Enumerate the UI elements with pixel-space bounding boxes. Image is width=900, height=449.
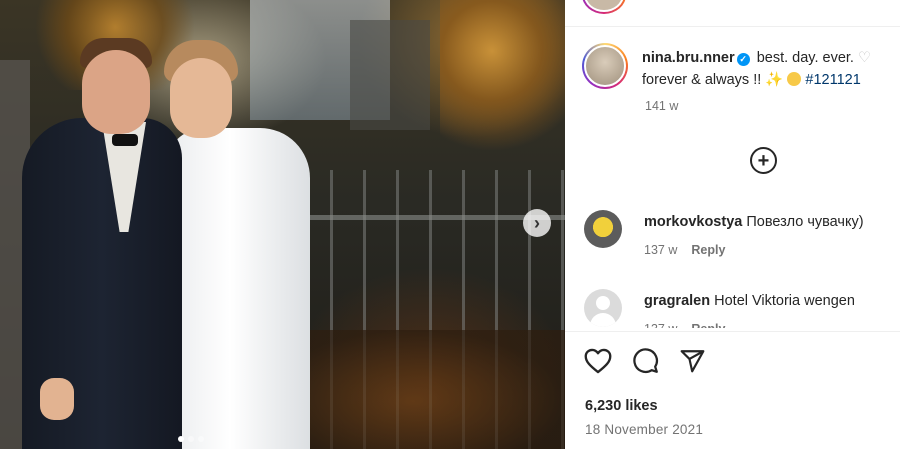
photo-building (350, 20, 430, 130)
reply-button[interactable]: Reply (691, 319, 725, 328)
comment-item: morkovkostya Повезло чувачку) 137 w Repl… (584, 210, 894, 260)
post-side-panel: nina.bru.nner ✓ best. day. ever. ♡ foreve… (565, 0, 900, 449)
caption-line-1: best. day. ever. (756, 50, 858, 66)
groom-head (82, 50, 150, 134)
comment-icon[interactable] (632, 347, 659, 374)
comment-text: Повезло чувачку) (746, 214, 864, 230)
photo-foliage (440, 0, 565, 170)
white-heart-emoji: ♡ (857, 50, 871, 66)
comment-username[interactable]: morkovkostya (644, 214, 742, 230)
default-avatar[interactable] (584, 289, 622, 327)
divider (565, 26, 900, 27)
bride-head (170, 58, 232, 138)
comment-time[interactable]: 137 w (644, 240, 677, 260)
carousel-dots (178, 436, 204, 442)
groom-hand (40, 378, 74, 420)
reply-button[interactable]: Reply (691, 240, 725, 260)
hashtag-link[interactable]: #121121 (805, 72, 860, 88)
comment-time[interactable]: 137 w (644, 319, 677, 328)
post-date: 18 November 2021 (585, 422, 704, 437)
carousel-dot (188, 436, 194, 442)
cartoon-avatar[interactable] (584, 210, 622, 248)
caption-line-2: forever & always !! (642, 72, 766, 88)
caption-username[interactable]: nina.bru.nner (642, 50, 735, 66)
caption-text: nina.bru.nner ✓ best. day. ever. ♡ foreve… (642, 43, 871, 91)
comment-item: gragralen Hotel Viktoria wengen 137 w Re… (584, 289, 894, 328)
post-photo[interactable]: › (0, 0, 565, 449)
comment-text: Hotel Viktoria wengen (714, 293, 855, 309)
caption-time[interactable]: 141 w (645, 99, 678, 113)
comment-meta: 137 w Reply (644, 319, 855, 328)
groom-bow-tie (112, 134, 138, 146)
comment-meta: 137 w Reply (644, 240, 864, 260)
share-icon[interactable] (679, 348, 706, 374)
bride-figure (165, 128, 310, 449)
likes-count[interactable]: 6,230 likes (585, 398, 658, 414)
heart-icon[interactable] (584, 348, 612, 374)
carousel-dot (178, 436, 184, 442)
smiling-face-emoji (787, 72, 802, 86)
comment-username[interactable]: gragralen (644, 293, 710, 309)
carousel-dot (198, 436, 204, 442)
caption: nina.bru.nner ✓ best. day. ever. ♡ foreve… (582, 43, 892, 91)
divider (565, 331, 900, 332)
sparkles-emoji: ✨ (765, 72, 784, 88)
comment-body: gragralen Hotel Viktoria wengen 137 w Re… (644, 289, 855, 328)
comment-body: morkovkostya Повезло чувачку) 137 w Repl… (644, 210, 864, 260)
comments-list: morkovkostya Повезло чувачку) 137 w Repl… (565, 190, 900, 328)
verified-badge-icon: ✓ (736, 52, 750, 66)
plus-circle-icon[interactable]: + (750, 147, 777, 174)
chevron-right-icon[interactable]: › (523, 209, 551, 237)
avatar[interactable] (582, 43, 628, 89)
header-avatar[interactable] (582, 0, 626, 14)
post-actions (584, 347, 706, 374)
